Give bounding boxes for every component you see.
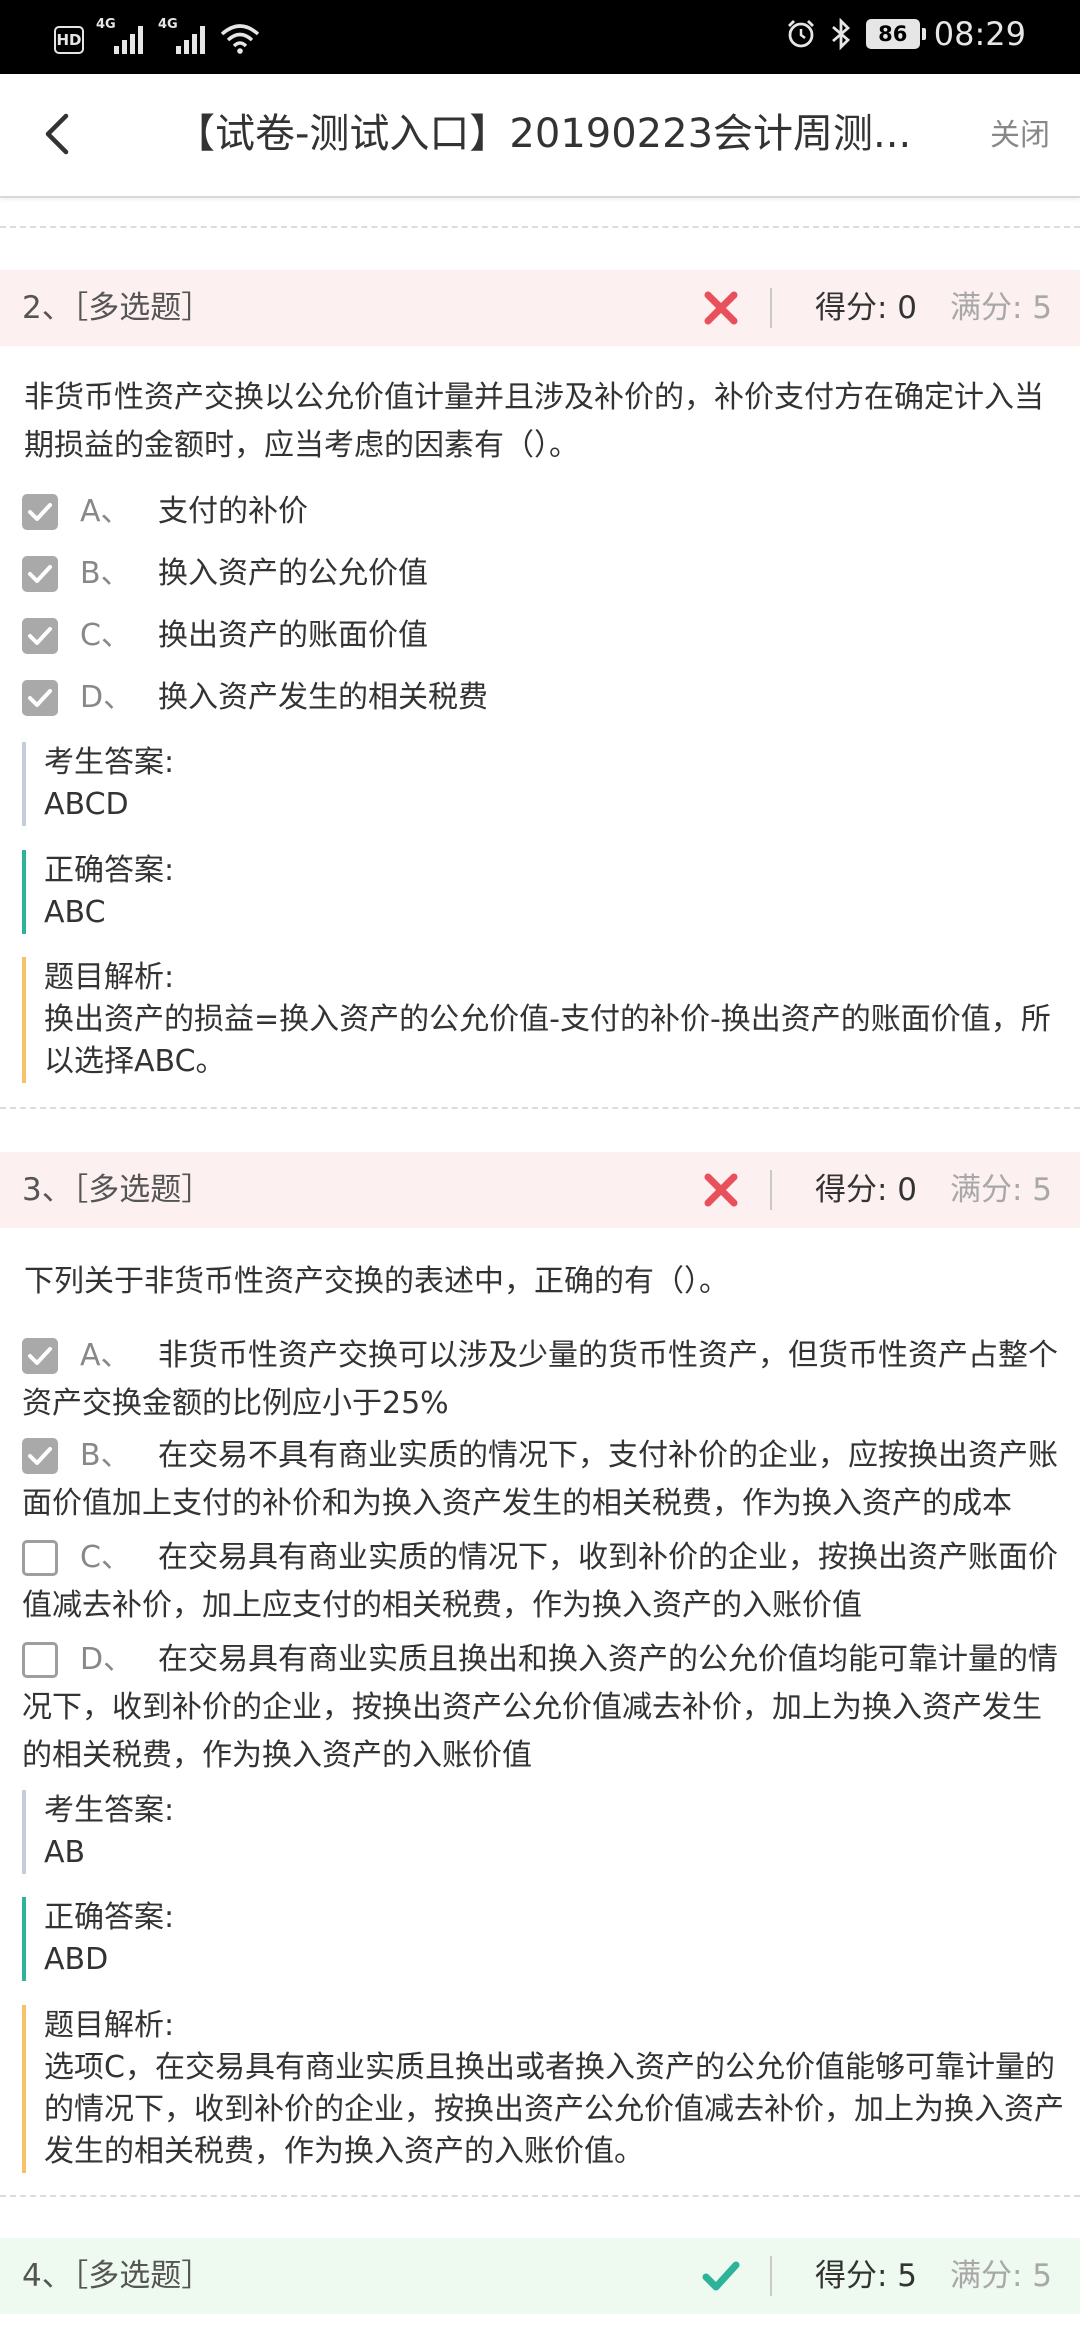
network-type-label: 4G — [96, 17, 116, 32]
correct-answer-label: 正确答案: — [44, 853, 175, 888]
question-divider — [0, 226, 1080, 228]
full-score-label: 满分: 5 — [950, 290, 1053, 326]
network-type-label: 4G — [158, 17, 178, 32]
correct-answer-label: 正确答案: — [44, 1900, 175, 1935]
question-divider — [0, 2195, 1080, 2197]
question-text: 下列关于非货币性资产交换的表述中，正确的有（）。 — [24, 1264, 729, 1299]
option-text: 在交易具有商业实质的情况下，收到补价的企业，按换出资产账面价值减去补价，加上应支… — [22, 1540, 1058, 1623]
option-c[interactable]: C、 在交易具有商业实质的情况下，收到补价的企业，按换出资产账面价值减去补价，加上… — [22, 1534, 1070, 1630]
correct-answer-block: 正确答案: ABD — [22, 1897, 1068, 1981]
exam-answer-value: AB — [44, 1835, 86, 1870]
question-number: 4、［多选题］ — [22, 2258, 213, 2294]
option-letter: C、 — [80, 1540, 131, 1575]
correct-answer-block: 正确答案: ABC — [22, 850, 1068, 934]
analysis-text: 换出资产的损益=换入资产的公允价值-支付的补价-换出资产的账面价值，所以选择AB… — [44, 1002, 1051, 1079]
option-text: 非货币性资产交换可以涉及少量的货币性资产，但货币性资产占整个资产交换金额的比例应… — [22, 1338, 1058, 1421]
battery-icon: 86 — [865, 19, 926, 49]
exam-answer-block: 考生答案: AB — [22, 1790, 1068, 1874]
option-b[interactable]: B、 换入资产的公允价值 — [22, 550, 1070, 598]
checkbox-unchecked-icon[interactable] — [22, 1642, 58, 1678]
option-text: 支付的补价 — [158, 494, 308, 529]
option-a[interactable]: A、 非货币性资产交换可以涉及少量的货币性资产，但货币性资产占整个资产交换金额的比… — [22, 1332, 1070, 1428]
option-b[interactable]: B、 在交易不具有商业实质的情况下，支付补价的企业，应按换出资产账面价值加上支付的… — [22, 1432, 1070, 1528]
back-arrow-icon[interactable] — [36, 110, 84, 158]
option-letter: A、 — [80, 1338, 131, 1373]
option-letter: D、 — [80, 680, 134, 715]
score-label: 得分: 0 — [815, 1172, 918, 1208]
checkbox-checked-icon[interactable] — [22, 680, 58, 716]
wrong-cross-icon — [704, 1173, 738, 1207]
header-separator — [770, 288, 772, 328]
checkbox-checked-icon[interactable] — [22, 1338, 58, 1374]
checkbox-checked-icon[interactable] — [22, 494, 58, 530]
full-score-label: 满分: 5 — [950, 1172, 1053, 1208]
analysis-block: 题目解析: 换出资产的损益=换入资产的公允价值-支付的补价-换出资产的账面价值，… — [22, 957, 1068, 1083]
question-header: 4、［多选题］ 得分: 5 满分: 5 — [0, 2238, 1080, 2314]
scrolled-content-edge — [0, 198, 1080, 226]
checkbox-checked-icon[interactable] — [22, 618, 58, 654]
full-score-label: 满分: 5 — [950, 2258, 1053, 2294]
status-bar: HD 4G 4G 86 08:29 — [0, 0, 1080, 74]
score-label: 得分: 0 — [815, 290, 918, 326]
option-letter: C、 — [80, 618, 131, 653]
question-number: 3、［多选题］ — [22, 1172, 213, 1208]
analysis-text: 选项C，在交易具有商业实质且换出或者换入资产的公允价值能够可靠计量的的情况下，收… — [44, 2050, 1064, 2169]
question-number: 2、［多选题］ — [22, 290, 213, 326]
exam-answer-label: 考生答案: — [44, 745, 175, 780]
option-letter: B、 — [80, 556, 131, 591]
option-letter: A、 — [80, 494, 131, 529]
option-text: 在交易不具有商业实质的情况下，支付补价的企业，应按换出资产账面价值加上支付的补价… — [22, 1438, 1058, 1521]
checkbox-checked-icon[interactable] — [22, 556, 58, 592]
header-separator — [770, 1170, 772, 1210]
bluetooth-icon — [831, 18, 850, 50]
option-letter: D、 — [80, 1642, 134, 1677]
checkbox-checked-icon[interactable] — [22, 1438, 58, 1474]
option-letter: B、 — [80, 1438, 131, 1473]
correct-answer-value: ABC — [44, 895, 106, 930]
top-bar: 【试卷-测试入口】20190223会计周测... 关闭 — [0, 74, 1080, 198]
wrong-cross-icon — [704, 291, 738, 325]
alarm-icon — [787, 20, 814, 48]
close-button[interactable]: 关闭 — [990, 116, 1050, 156]
option-c[interactable]: C、 换出资产的账面价值 — [22, 612, 1070, 660]
option-a[interactable]: A、 支付的补价 — [22, 488, 1070, 536]
analysis-block: 题目解析: 选项C，在交易具有商业实质且换出或者换入资产的公允价值能够可靠计量的… — [22, 2005, 1068, 2173]
question-divider — [0, 1107, 1080, 1109]
analysis-label: 题目解析: — [44, 960, 175, 995]
correct-check-icon — [702, 2261, 740, 2291]
option-text: 换入资产发生的相关税费 — [158, 680, 488, 715]
question-header: 3、［多选题］ 得分: 0 满分: 5 — [0, 1152, 1080, 1228]
score-label: 得分: 5 — [815, 2258, 918, 2294]
correct-answer-value: ABD — [44, 1942, 109, 1977]
hd-voice-icon: HD — [54, 26, 84, 54]
option-text: 换入资产的公允价值 — [158, 556, 428, 591]
question-header: 2、［多选题］ 得分: 0 满分: 5 — [0, 270, 1080, 346]
wifi-icon — [220, 24, 260, 54]
exam-answer-block: 考生答案: ABCD — [22, 742, 1068, 826]
clock: 08:29 — [933, 15, 1026, 53]
option-text: 在交易具有商业实质且换出和换入资产的公允价值均能可靠计量的情况下，收到补价的企业… — [22, 1642, 1058, 1773]
signal-icon-sim1: 4G — [96, 18, 146, 54]
question-text: 非货币性资产交换以公允价值计量并且涉及补价的，补价支付方在确定计入当期损益的金额… — [24, 380, 1044, 463]
exam-answer-label: 考生答案: — [44, 1793, 175, 1828]
option-d[interactable]: D、 换入资产发生的相关税费 — [22, 674, 1070, 722]
signal-icon-sim2: 4G — [158, 18, 208, 54]
checkbox-unchecked-icon[interactable] — [22, 1540, 58, 1576]
page-title: 【试卷-测试入口】20190223会计周测... — [175, 111, 912, 157]
exam-answer-value: ABCD — [44, 787, 129, 822]
option-d[interactable]: D、 在交易具有商业实质且换出和换入资产的公允价值均能可靠计量的情况下，收到补价的… — [22, 1636, 1070, 1780]
analysis-label: 题目解析: — [44, 2008, 175, 2043]
option-text: 换出资产的账面价值 — [158, 618, 428, 653]
header-separator — [770, 2256, 772, 2296]
